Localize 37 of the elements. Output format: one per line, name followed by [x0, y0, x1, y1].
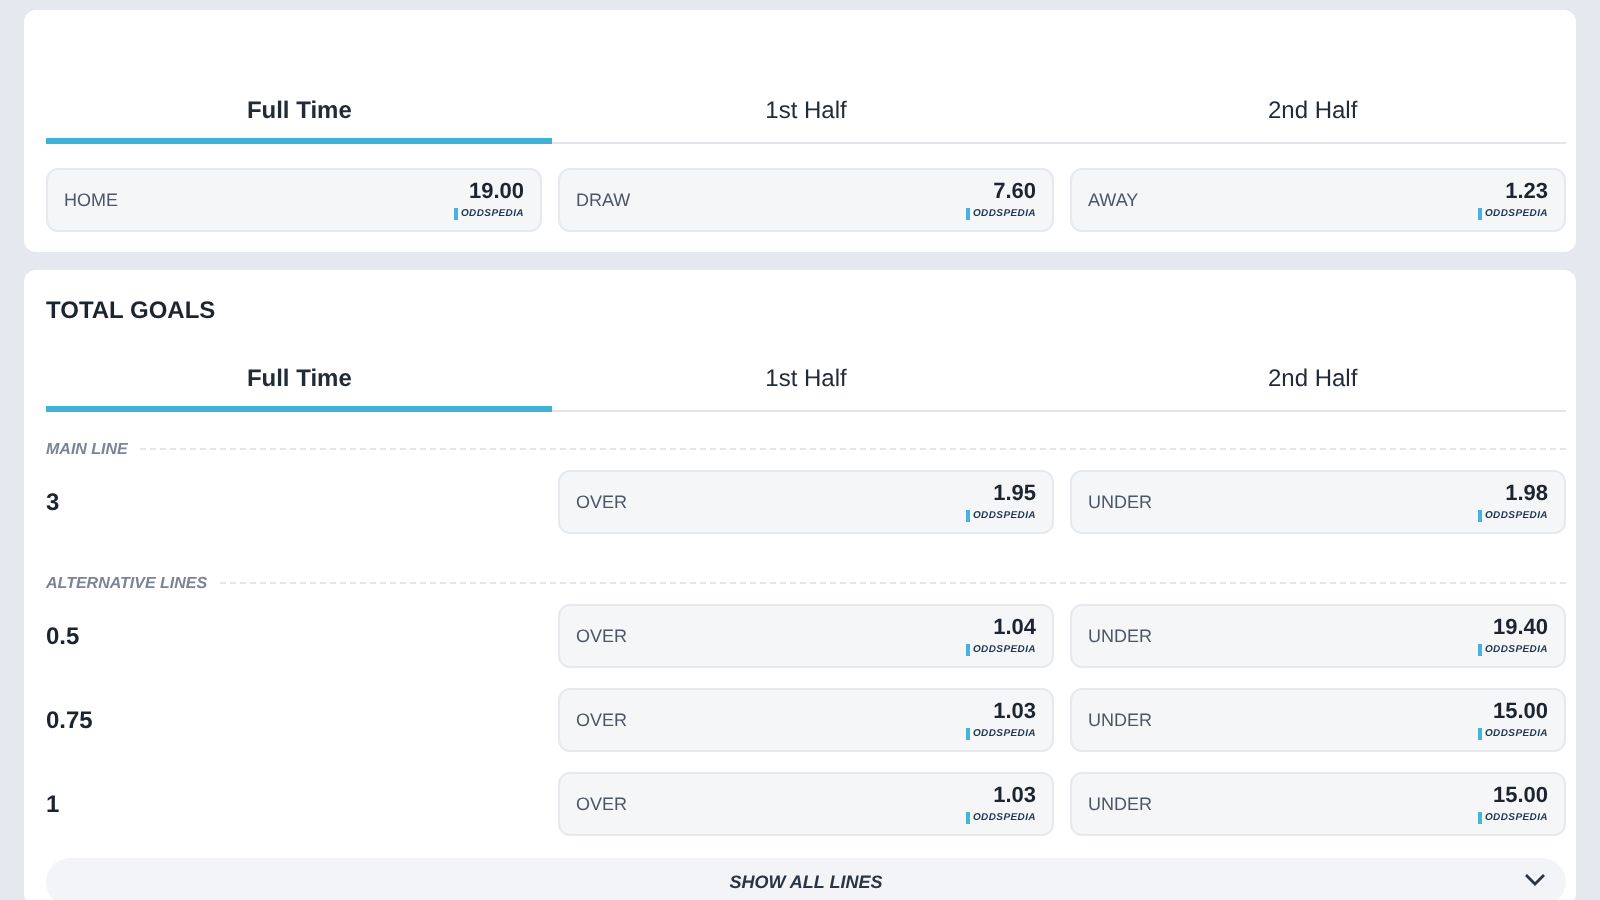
period-tab[interactable]: 2nd Half [1059, 348, 1566, 412]
period-tab[interactable]: 2nd Half [1059, 80, 1566, 144]
odds-value: 1.03 [993, 784, 1036, 808]
odds-value: 1.98 [1505, 482, 1548, 506]
odds-value: 1.03 [993, 700, 1036, 724]
goal-line: 0.75 [46, 706, 95, 734]
odds-value: 7.60 [993, 180, 1036, 204]
odds-label: OVER [576, 710, 628, 730]
odds-label: OVER [576, 492, 628, 512]
odds-value: 15.00 [1492, 784, 1548, 808]
odds-value: 1.04 [993, 616, 1036, 640]
goal-line: 1 [46, 790, 62, 818]
odds-label: HOME [64, 190, 118, 210]
section-heading: MAIN LINE [46, 440, 128, 458]
odds-label: AWAY [1088, 190, 1139, 210]
odds-label: UNDER [1088, 794, 1153, 814]
odds-value: 1.95 [993, 482, 1036, 506]
period-tab[interactable]: 1st Half [552, 348, 1060, 412]
odds-label: OVER [576, 794, 628, 814]
odds-label: DRAW [576, 190, 631, 210]
odds-label: OVER [576, 626, 628, 646]
period-tab[interactable]: 1st Half [552, 80, 1060, 144]
goal-line: 3 [46, 488, 62, 516]
odds-label: UNDER [1088, 626, 1153, 646]
odds-label: UNDER [1088, 492, 1153, 512]
period-tab[interactable]: Full Time [46, 80, 553, 144]
odds-value: 15.00 [1492, 700, 1548, 724]
show-all-lines-button[interactable]: SHOW ALL LINES [46, 858, 1566, 900]
odds-value: 1.23 [1505, 180, 1548, 204]
odds-value: 19.40 [1492, 616, 1548, 640]
card-title: TOTAL GOALS [46, 294, 218, 328]
chevron-down-icon [1524, 872, 1546, 888]
odds-label: UNDER [1088, 710, 1153, 730]
odds-value: 19.00 [468, 180, 524, 204]
period-tab[interactable]: Full Time [46, 348, 553, 412]
goal-line: 0.5 [46, 622, 82, 650]
section-heading: ALTERNATIVE LINES [46, 574, 208, 592]
